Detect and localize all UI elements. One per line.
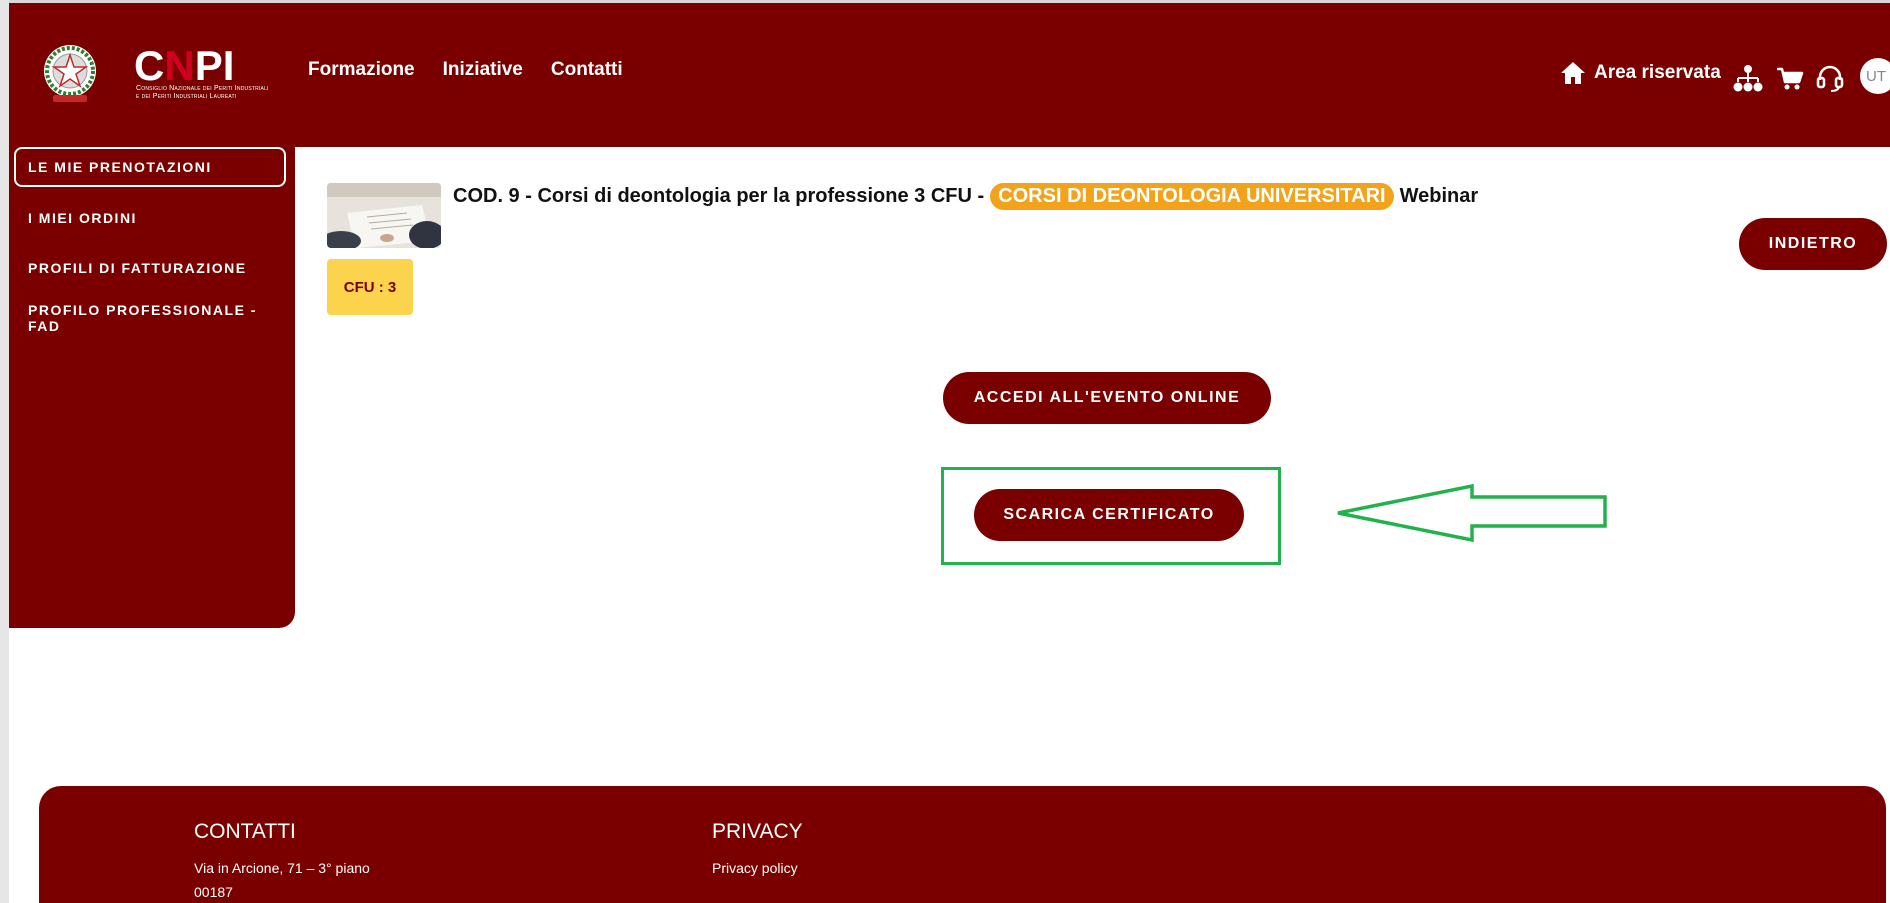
course-image [327, 183, 441, 248]
logo-subtitle: Consiglio Nazionale dei Periti Industria… [136, 85, 269, 100]
back-button[interactable]: INDIETRO [1739, 218, 1887, 270]
course-title-row: COD. 9 - Corsi di deontologia per la pro… [453, 182, 1478, 210]
access-online-event-button[interactable]: ACCEDI ALL'EVENTO ONLINE [943, 372, 1271, 424]
sidebar-item-fatturazione[interactable]: PROFILI DI FATTURAZIONE [14, 248, 286, 288]
download-certificate-button[interactable]: SCARICA CERTIFICATO [974, 489, 1244, 541]
area-riservata-label: Area riservata [1594, 62, 1721, 83]
cnpi-logo[interactable]: CNPI Consiglio Nazionale dei Periti Indu… [39, 41, 279, 111]
course-mode: Webinar [1399, 184, 1479, 207]
site-footer: CONTATTI Via in Arcione, 71 – 3° piano 0… [39, 786, 1886, 903]
sitemap-icon[interactable] [1732, 63, 1764, 93]
account-sidebar: LE MIE PRENOTAZIONI I MIEI ORDINI PROFIL… [9, 147, 295, 628]
annotation-arrow-icon [1337, 483, 1607, 543]
cfu-badge: CFU : 3 [327, 259, 413, 315]
nav-formazione[interactable]: Formazione [308, 59, 415, 81]
footer-contatti-title: CONTATTI [194, 820, 296, 843]
footer-address-line1: Via in Arcione, 71 – 3° piano [194, 860, 370, 876]
sidebar-item-prenotazioni[interactable]: LE MIE PRENOTAZIONI [14, 147, 286, 187]
site-header: CNPI Consiglio Nazionale dei Periti Indu… [9, 3, 1890, 147]
footer-address-line2: 00187 [194, 884, 233, 900]
main-nav: Formazione Iniziative Contatti [308, 59, 623, 81]
nav-iniziative[interactable]: Iniziative [443, 59, 523, 81]
emblem-icon [44, 45, 96, 102]
window-left-border [0, 0, 9, 903]
logo-wordmark: CNPI [134, 42, 235, 89]
cart-icon[interactable] [1774, 63, 1806, 93]
course-category-tag: CORSI DI DEONTOLOGIA UNIVERSITARI [990, 182, 1394, 210]
home-icon [1561, 62, 1585, 84]
course-thumbnail [327, 183, 441, 248]
user-avatar[interactable]: UT [1860, 58, 1890, 94]
sidebar-item-ordini[interactable]: I MIEI ORDINI [14, 198, 286, 238]
sidebar-item-profilo-fad[interactable]: PROFILO PROFESSIONALE - FAD [14, 298, 286, 338]
privacy-policy-link[interactable]: Privacy policy [712, 856, 803, 880]
footer-privacy: PRIVACY Privacy policy [712, 820, 803, 880]
area-riservata-link[interactable]: Area riservata [1560, 61, 1721, 85]
footer-contatti: CONTATTI Via in Arcione, 71 – 3° piano 0… [194, 820, 370, 903]
course-title: COD. 9 - Corsi di deontologia per la pro… [453, 184, 985, 207]
nav-contatti[interactable]: Contatti [551, 59, 623, 81]
footer-privacy-title: PRIVACY [712, 820, 803, 843]
headset-icon[interactable] [1814, 63, 1846, 93]
